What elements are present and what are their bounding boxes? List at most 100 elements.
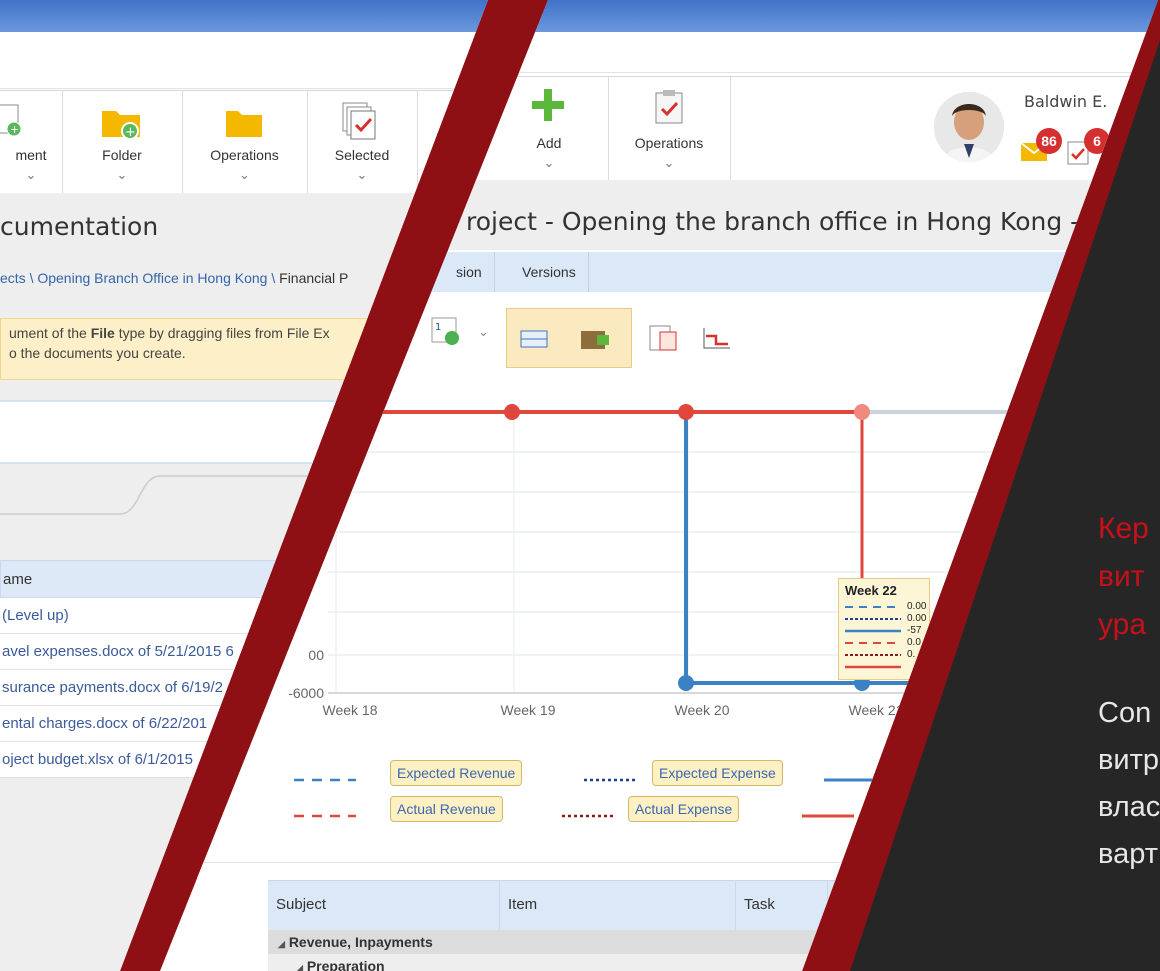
drag-drop-notice: ument of the File type by dragging files… (0, 318, 420, 380)
add-folder-button[interactable]: + Folder ⌄ (62, 91, 183, 193)
chevron-down-icon: ⌄ (239, 167, 250, 182)
operations-label: Operations (210, 147, 279, 163)
x-tick-label: Week 20 (675, 702, 730, 718)
chevron-down-icon: ⌄ (543, 155, 555, 170)
legend-actual-expense[interactable]: Actual Expense (628, 796, 740, 822)
legend-swatch-solid-blue (824, 778, 876, 782)
task-count-badge: 6 (1084, 128, 1110, 154)
promo-title-line: вит (1098, 560, 1145, 593)
tooltip-value: -57 (907, 625, 922, 636)
plus-icon (532, 89, 564, 121)
tab-version[interactable]: sion (456, 252, 495, 292)
svg-text:+: + (10, 123, 19, 136)
selected-button[interactable]: Selected ⌄ (307, 91, 418, 193)
y-tick-label: -6000 (288, 685, 324, 701)
chevron-down-icon: ⌄ (25, 167, 37, 182)
promo-title: Кер вит ура (1098, 505, 1149, 649)
table-row-level-up[interactable]: (Level up) (0, 598, 330, 634)
column-item[interactable]: Item (500, 880, 736, 930)
group-row-label: Preparation (306, 958, 385, 971)
y-tick-label: 00 (308, 647, 324, 663)
data-point (504, 404, 520, 420)
tooltip-value: 0.00 (907, 601, 927, 612)
promo-title-line: ура (1098, 608, 1147, 641)
add-document-button[interactable]: + ment ⌄ (0, 91, 63, 193)
step-chart-icon[interactable] (700, 322, 736, 352)
page-title: cumentation (0, 212, 159, 241)
folder-add-icon: + (102, 111, 140, 140)
operations-label: Operations (634, 135, 704, 151)
tooltip-values: 0.00 0.00 -57 0.0 0. (907, 601, 926, 661)
data-point (854, 404, 870, 420)
legend-swatch-solid-red (802, 814, 854, 818)
legend-expected-expense[interactable]: Expected Expense (652, 760, 783, 786)
tooltip-title: Week 22 (845, 583, 897, 598)
promo-text: Con витр влас варт (1098, 690, 1160, 878)
table-row[interactable]: avel expenses.docx of 5/21/2015 6 (0, 634, 330, 670)
menu-strip (0, 32, 488, 89)
chart-tooltip: Week 22 0.00 0.00 -57 0.0 0. (838, 578, 930, 680)
promo-text-line: варт (1098, 838, 1158, 870)
x-tick-label: Week 21 (849, 702, 904, 718)
group-row-label: Revenue, Inpayments (288, 934, 433, 950)
file-table-header[interactable]: ame (0, 560, 330, 598)
tooltip-value: 0.0 (907, 637, 921, 648)
svg-text:1: 1 (435, 322, 441, 333)
folder-label: Folder (102, 147, 142, 163)
data-point (678, 404, 694, 420)
add-document-label: ment (15, 147, 47, 163)
table-view-icon[interactable] (517, 323, 553, 353)
promo-title-line: Кер (1098, 512, 1149, 545)
avatar[interactable] (934, 92, 1004, 162)
expand-triangle-icon[interactable]: ◢ (278, 939, 285, 949)
promo-text-line: влас (1098, 791, 1160, 823)
legend-actual-revenue[interactable]: Actual Revenue (390, 796, 503, 822)
breadcrumb-links[interactable]: ects \ Opening Branch Office in Hong Kon… (0, 270, 275, 286)
chevron-down-icon: ⌄ (356, 167, 368, 182)
promo-text-line: Con (1098, 697, 1152, 729)
legend-expected-revenue[interactable]: Expected Revenue (390, 760, 523, 786)
notice-bold-text: File (90, 325, 115, 341)
legend-swatch-dotted-darkred (562, 814, 614, 818)
tab-versions[interactable]: Versions (510, 252, 589, 292)
period-calendar-icon[interactable]: 1 (430, 316, 466, 346)
selected-documents-icon (342, 102, 376, 140)
chart-view-toggle-group (506, 308, 632, 368)
documents-toolbar: + ment ⌄ + Folder ⌄ Operations ⌄ Selecte… (0, 90, 488, 194)
breadcrumb-current: Financial P (275, 270, 349, 286)
promo-text-line: витр (1098, 744, 1160, 776)
svg-text:+: + (125, 125, 136, 140)
mail-count-badge: 86 (1036, 128, 1062, 154)
x-tick-label: Week 19 (501, 702, 556, 718)
tooltip-swatches (845, 606, 901, 669)
notice-text: type by dragging files from File Ex (114, 325, 330, 341)
filter-area[interactable] (0, 400, 430, 464)
project-title: roject - Opening the branch office in Ho… (466, 207, 1080, 236)
operations-button[interactable]: Operations ⌄ (182, 91, 308, 193)
clipboard-check-icon (655, 90, 683, 124)
user-photo (934, 92, 1004, 162)
tooltip-value: 0. (907, 649, 916, 660)
notice-text: ument of the (9, 325, 91, 341)
add-label: Add (536, 135, 562, 151)
column-subject[interactable]: Subject (268, 880, 500, 930)
user-name: Baldwin E. (1024, 92, 1108, 111)
add-button[interactable]: Add ⌄ (490, 77, 609, 181)
expand-triangle-icon[interactable]: ◢ (296, 963, 303, 971)
column-task[interactable]: Task (736, 880, 828, 930)
chevron-down-icon: ⌄ (663, 155, 675, 170)
tooltip-value: 0.00 (907, 613, 927, 624)
folder-icon (226, 111, 262, 137)
operations-button[interactable]: Operations ⌄ (608, 77, 731, 181)
legend-swatch-dashed-red (294, 814, 356, 818)
wallet-icon[interactable] (577, 323, 613, 353)
chevron-down-icon: ⌄ (116, 167, 128, 182)
money-report-icon[interactable] (646, 322, 682, 352)
data-point (678, 675, 694, 691)
chevron-down-icon[interactable]: ⌄ (478, 324, 489, 340)
legend-swatch-dashed-blue (294, 778, 356, 782)
x-tick-label: Week 18 (323, 702, 378, 718)
selected-label: Selected (334, 147, 390, 163)
breadcrumb: ects \ Opening Branch Office in Hong Kon… (0, 270, 348, 286)
notice-text-line2: o the documents you create. (9, 345, 186, 361)
